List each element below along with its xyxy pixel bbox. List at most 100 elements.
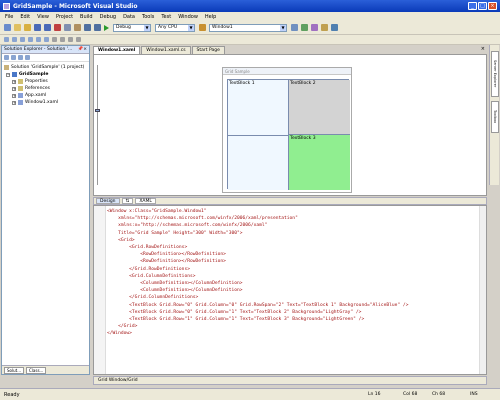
code-line[interactable]: </Grid.RowDefinitions> [107,266,408,273]
tab-window1-xaml-cs[interactable]: Window1.xaml.cs [141,46,191,54]
tab-xaml[interactable]: XAML [135,198,156,204]
code-line[interactable]: </Grid.ColumnDefinitions> [107,294,408,301]
tree-item-app-xaml[interactable]: + App.xaml [4,92,87,99]
menu-project[interactable]: Project [56,14,73,20]
code-line[interactable]: </Grid> [107,323,408,330]
expand-icon[interactable]: + [12,100,16,105]
object-browser-icon[interactable] [311,24,318,31]
find-icon[interactable] [199,24,206,31]
show-all-files-icon[interactable] [11,55,16,60]
vertical-scrollbar[interactable] [479,206,486,374]
textblock-2[interactable]: TextBlock 2 [289,80,350,135]
menu-build[interactable]: Build [80,14,93,20]
code-line[interactable]: <RowDefinition></RowDefinition> [107,251,408,258]
open-file-icon[interactable] [24,24,31,31]
refresh-icon[interactable] [18,55,23,60]
menu-window[interactable]: Window [178,14,198,20]
menu-help[interactable]: Help [205,14,216,20]
tree-item-solution[interactable]: Solution 'GridSample' (1 project) [4,64,87,71]
code-line[interactable]: <TextBlock Grid.Row="0" Grid.Column="0" … [107,301,408,308]
tab-start-page[interactable]: Start Page [191,46,225,54]
new-project-icon[interactable] [4,24,11,31]
code-line[interactable]: xmlns:x="http://schemas.microsoft.com/wi… [107,222,408,229]
tree-item-properties[interactable]: + Properties [4,78,87,85]
code-line[interactable]: <ColumnDefinition></ColumnDefinition> [107,287,408,294]
maximize-button[interactable]: □ [478,2,487,10]
code-line[interactable]: <RowDefinition></RowDefinition> [107,258,408,265]
configuration-select[interactable]: Debug ▼ [113,23,151,32]
align-bottom-icon[interactable] [44,37,49,42]
code-lines[interactable]: <Window x:Class="GridSample.Window1" xml… [107,208,408,337]
minimize-button[interactable]: _ [468,2,477,10]
tab-design[interactable]: Design [96,198,120,204]
platform-select[interactable]: Any CPU ▼ [155,23,195,32]
code-line[interactable]: <ColumnDefinition></ColumnDefinition> [107,280,408,287]
bookmark-icon[interactable] [76,37,81,42]
close-document-icon[interactable]: × [481,46,485,52]
tab-class-view[interactable]: Class... [26,366,47,374]
solution-explorer-icon[interactable] [291,24,298,31]
code-line[interactable]: xmlns="http://schemas.microsoft.com/winf… [107,215,408,222]
start-debugging-icon[interactable] [104,24,109,31]
tab-server-explorer[interactable]: Server Explorer [491,51,499,97]
toolbox-icon[interactable] [321,24,328,31]
close-button[interactable]: × [488,2,497,10]
tab-solution-explorer[interactable]: Solut... [4,366,25,374]
align-top-icon[interactable] [28,37,33,42]
menu-debug[interactable]: Debug [100,14,116,20]
design-grid[interactable]: TextBlock 1 TextBlock 2 TextBlock 3 [227,79,350,190]
find-combo[interactable]: Window1 ▼ [209,23,287,32]
uncomment-icon[interactable] [68,37,73,42]
undo-icon[interactable] [84,24,91,31]
zoom-slider[interactable] [95,59,100,193]
xaml-code-editor[interactable]: <Window x:Class="GridSample.Window1" xml… [93,205,487,375]
expand-icon[interactable]: + [12,79,16,84]
format-icon[interactable] [52,37,57,42]
tree-item-project[interactable]: − GridSample [4,71,87,78]
save-icon[interactable] [34,24,41,31]
menu-edit[interactable]: Edit [20,14,30,20]
textblock-3[interactable]: TextBlock 3 [289,135,350,190]
code-line[interactable]: </Window> [107,330,408,337]
swap-panes-button[interactable]: ⇅ [121,198,134,204]
menu-file[interactable]: File [5,14,13,20]
expand-icon[interactable]: + [12,86,16,91]
code-line[interactable]: Title="Grid Sample" Height="300" Width="… [107,230,408,237]
menu-test[interactable]: Test [161,14,171,20]
paste-icon[interactable] [74,24,81,31]
menu-data[interactable]: Data [123,14,135,20]
tree-item-window1-xaml[interactable]: + Window1.xaml [4,99,87,106]
code-line[interactable]: <TextBlock Grid.Row="0" Grid.Column="1" … [107,309,408,316]
save-all-icon[interactable] [44,24,51,31]
comment-icon[interactable] [60,37,65,42]
menu-view[interactable]: View [37,14,49,20]
align-center-icon[interactable] [12,37,17,42]
copy-icon[interactable] [64,24,71,31]
redo-icon[interactable] [94,24,101,31]
tree-item-references[interactable]: + References [4,85,87,92]
code-line[interactable]: <Grid> [107,237,408,244]
tree-item-label: Solution 'GridSample' (1 project) [11,65,85,70]
collapse-icon[interactable]: − [6,72,10,77]
close-icon[interactable]: × [83,47,87,52]
align-middle-icon[interactable] [36,37,41,42]
add-item-icon[interactable] [14,24,21,31]
code-line[interactable]: <TextBlock Grid.Row="1" Grid.Column="1" … [107,316,408,323]
start-page-icon[interactable] [331,24,338,31]
code-line[interactable]: <Grid.ColumnDefinitions> [107,273,408,280]
properties-icon[interactable] [301,24,308,31]
view-code-icon[interactable] [25,55,30,60]
design-window[interactable]: Grid Sample TextBlock 1 TextBlock 2 Text… [222,67,352,193]
properties-icon[interactable] [4,55,9,60]
tab-window1-xaml[interactable]: Window1.xaml [93,46,141,54]
cut-icon[interactable] [54,24,61,31]
zoom-thumb[interactable] [95,109,100,112]
code-line[interactable]: <Window x:Class="GridSample.Window1" [107,208,408,215]
align-right-icon[interactable] [20,37,25,42]
xaml-path[interactable]: Grid Window/Grid [98,378,138,383]
align-left-icon[interactable] [4,37,9,42]
tab-toolbox[interactable]: Toolbox [491,101,499,133]
menu-tools[interactable]: Tools [142,14,154,20]
expand-icon[interactable]: + [12,93,16,98]
code-line[interactable]: <Grid.RowDefinitions> [107,244,408,251]
